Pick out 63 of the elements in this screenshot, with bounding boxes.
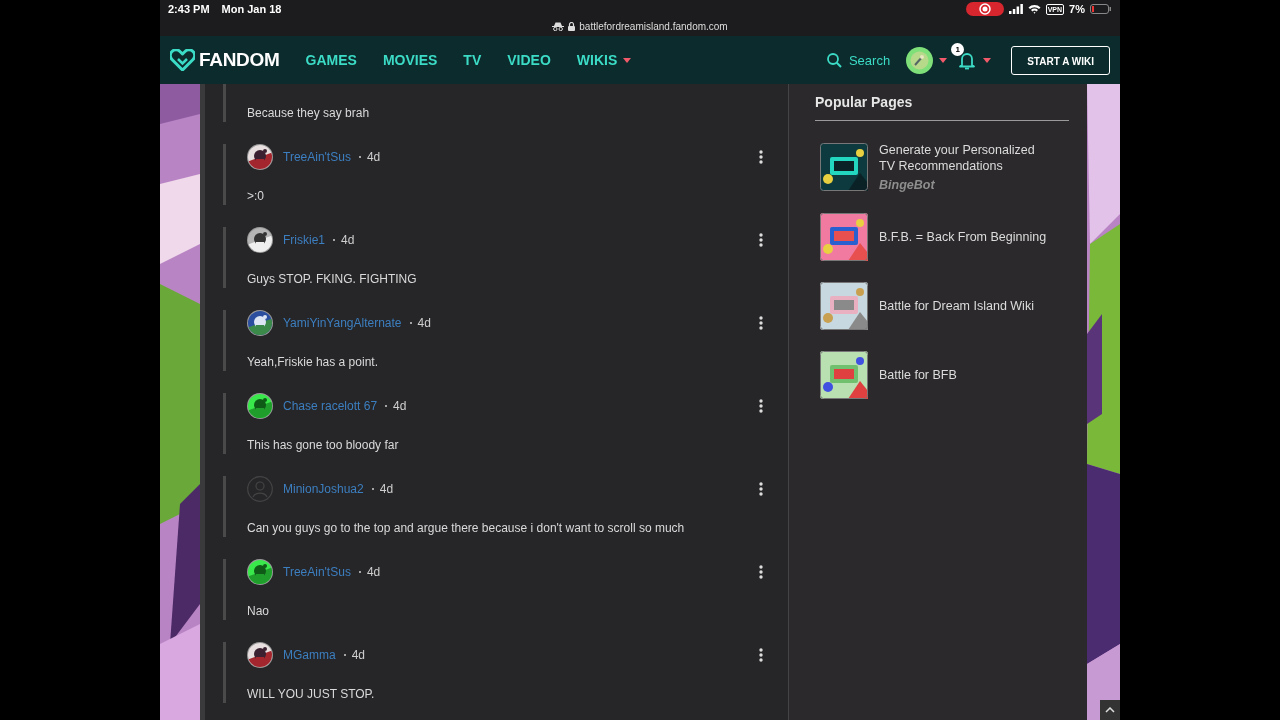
comment-time: 4d <box>417 316 431 330</box>
more-options-icon[interactable] <box>759 565 763 579</box>
section-heading: Popular Pages <box>815 94 1069 121</box>
status-date: Mon Jan 18 <box>221 3 282 15</box>
comment-text: Because they say brah <box>247 105 371 122</box>
nav-link[interactable]: WIKIS <box>576 52 632 68</box>
wifi-icon <box>1027 4 1041 14</box>
heart-logo-icon[interactable] <box>170 49 195 71</box>
scroll-top-button[interactable] <box>1100 700 1120 720</box>
bell-icon[interactable] <box>959 50 976 70</box>
username-link[interactable]: MinionJoshua2 <box>283 482 364 496</box>
nav-link[interactable]: GAMES <box>305 52 357 68</box>
comment-text: WILL YOU JUST STOP. <box>247 686 376 703</box>
comment-time: 4d <box>393 399 407 413</box>
search-button[interactable]: Search <box>826 52 891 68</box>
more-options-icon[interactable] <box>759 233 763 247</box>
battery-percent: 7% <box>1069 3 1085 15</box>
url-text[interactable]: battlefordreamisland.fandom.com <box>579 20 728 32</box>
more-options-icon[interactable] <box>759 482 763 496</box>
comment-time: 4d <box>366 565 381 579</box>
notification-badge: 1 <box>951 42 965 56</box>
comment-text: Yeah,Friskie has a point. <box>247 354 379 371</box>
popular-page-link[interactable]: Battle for Dream Island Wiki <box>879 298 1034 314</box>
status-time: 2:43 PM <box>168 3 210 15</box>
nav-link[interactable]: TV <box>463 52 482 68</box>
comment-text: Guys STOP. FKING. FIGHTING <box>247 271 418 288</box>
fandom-wordmark[interactable]: FANDOM <box>199 49 280 71</box>
more-options-icon[interactable] <box>759 150 763 164</box>
comment-time: 4d <box>366 150 381 164</box>
username-link[interactable]: TreeAin'tSus <box>283 150 351 164</box>
recording-indicator[interactable] <box>965 2 1004 16</box>
comment-text: Can you guys go to the top and argue there because i don't want to scroll so much <box>247 520 686 537</box>
default-avatar-icon <box>247 476 273 502</box>
username-link[interactable]: Chase racelott 67 <box>283 399 378 413</box>
search-icon <box>826 52 842 68</box>
comment-text: This has gone too bloody far <box>247 437 400 454</box>
comment-text: >:0 <box>247 188 265 205</box>
chevron-up-icon <box>1105 707 1115 713</box>
nav-link[interactable]: MOVIES <box>382 52 438 68</box>
more-options-icon[interactable] <box>759 399 763 413</box>
comment-time: 4d <box>341 233 355 247</box>
battery-icon <box>1090 4 1112 14</box>
comment-time: 4d <box>379 482 394 496</box>
more-options-icon[interactable] <box>759 648 763 662</box>
caret-icon[interactable] <box>939 57 948 63</box>
incognito-icon <box>552 21 565 31</box>
popular-page-link[interactable]: Battle for BFB <box>879 367 957 383</box>
comment-text: Nao <box>247 603 270 620</box>
more-options-icon[interactable] <box>759 316 763 330</box>
comment-time: 4d <box>351 648 366 662</box>
signal-icon <box>1008 4 1023 14</box>
user-avatar-icon[interactable] <box>906 46 934 74</box>
username-link[interactable]: MGamma <box>283 648 336 662</box>
lock-icon <box>568 21 576 31</box>
caret-icon[interactable] <box>983 57 992 63</box>
username-link[interactable]: YamiYinYangAlternate <box>283 316 402 330</box>
popular-page-link[interactable]: Generate your Personalized TV Recommendations <box>879 142 1049 174</box>
popular-page-link[interactable]: B.F.B. = Back From Beginning <box>879 229 1047 245</box>
nav-link[interactable]: VIDEO <box>507 52 551 68</box>
username-link[interactable]: TreeAin'tSus <box>283 565 351 579</box>
page-source: BingeBot <box>879 178 936 192</box>
start-wiki-button[interactable]: START A WIKI <box>1011 45 1110 75</box>
username-link[interactable]: Friskie1 <box>283 233 325 247</box>
